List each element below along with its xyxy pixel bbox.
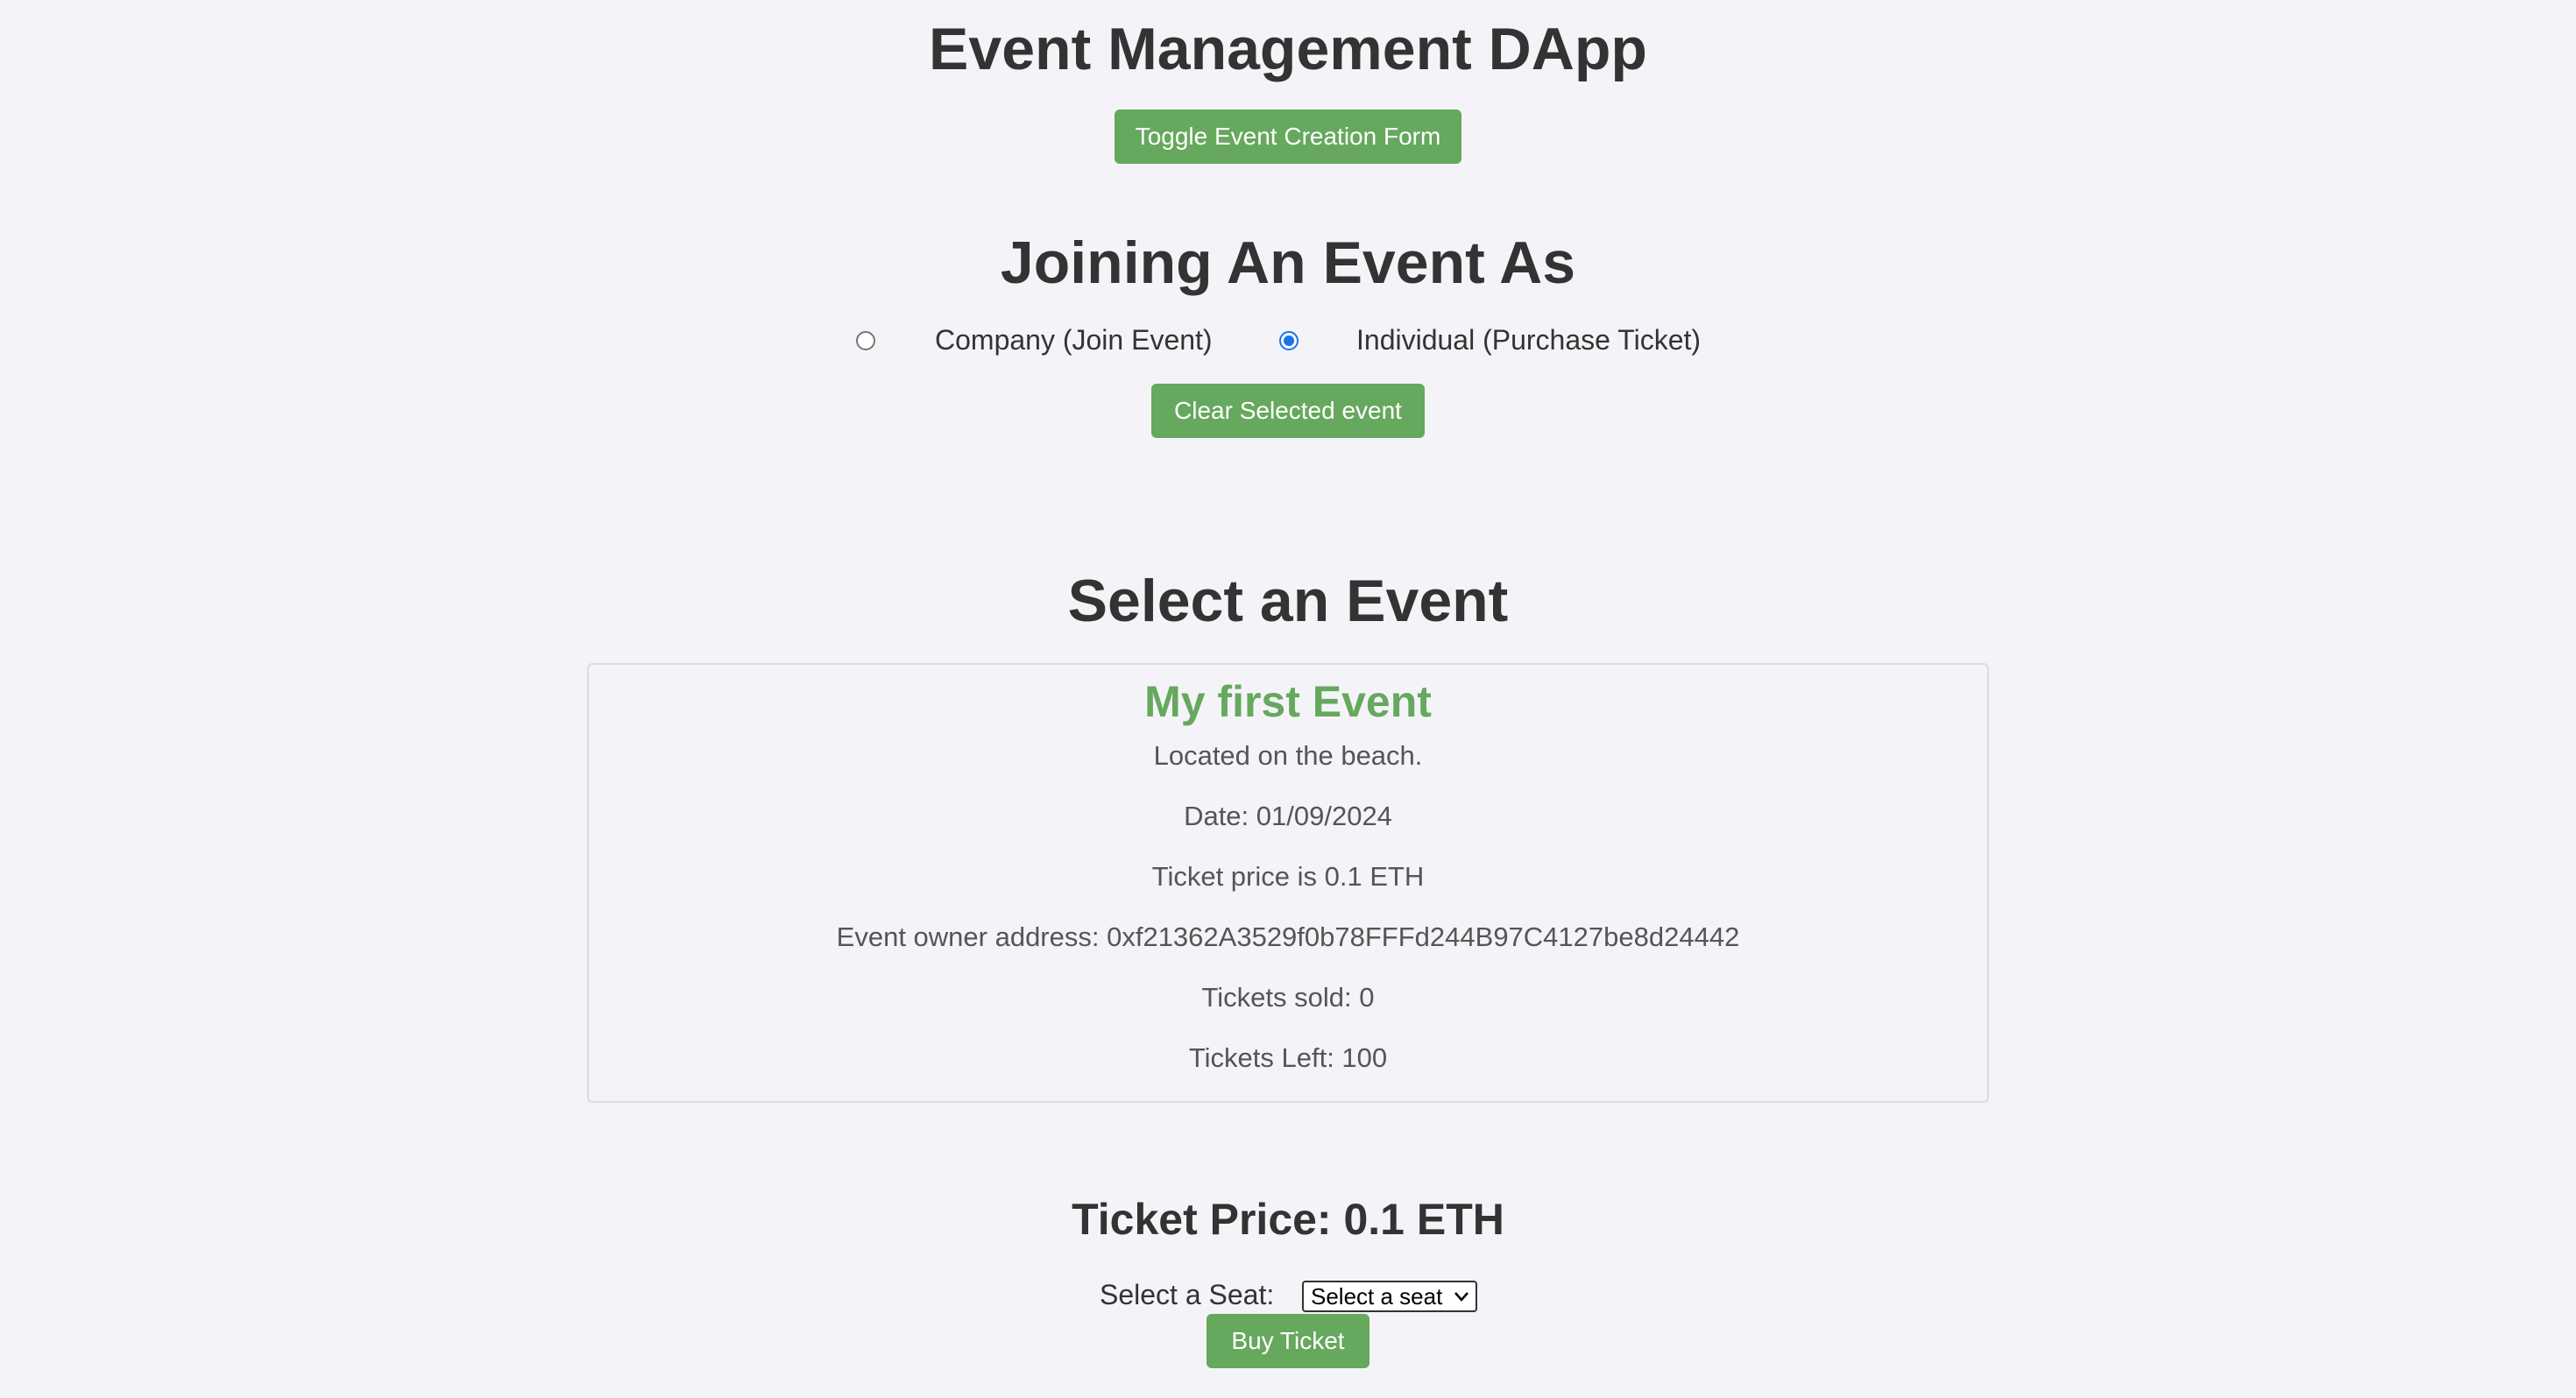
event-ticket-price: Ticket price is 0.1 ETH: [1151, 861, 1425, 892]
seat-select-value: Select a seat: [1311, 1283, 1443, 1310]
individual-radio-label[interactable]: Individual (Purchase Ticket): [1356, 322, 1701, 357]
seat-label: Select a Seat:: [1100, 1279, 1275, 1310]
chevron-down-icon: [1453, 1284, 1470, 1315]
clear-selected-event-button[interactable]: Clear Selected event: [1151, 384, 1425, 438]
company-radio[interactable]: [856, 331, 875, 350]
ticket-price-heading: Ticket Price: 0.1 ETH: [1072, 1195, 1504, 1244]
event-title: My first Event: [1144, 677, 1432, 726]
toggle-event-creation-button[interactable]: Toggle Event Creation Form: [1115, 109, 1461, 164]
event-date: Date: 01/09/2024: [1184, 801, 1392, 831]
individual-radio[interactable]: [1279, 331, 1299, 350]
company-radio-label[interactable]: Company (Join Event): [935, 322, 1213, 357]
event-description: Located on the beach.: [1153, 740, 1423, 771]
page-title: Event Management DApp: [929, 16, 1647, 82]
event-tickets-left: Tickets Left: 100: [1188, 1042, 1388, 1073]
event-owner-address: Event owner address: 0xf21362A3529f0b78F…: [836, 921, 1740, 952]
joining-heading: Joining An Event As: [1000, 229, 1576, 296]
seat-select[interactable]: Select a seat: [1302, 1281, 1477, 1312]
select-event-heading: Select an Event: [1067, 568, 1509, 634]
event-tickets-sold: Tickets sold: 0: [1201, 982, 1375, 1013]
buy-ticket-button[interactable]: Buy Ticket: [1207, 1314, 1369, 1368]
